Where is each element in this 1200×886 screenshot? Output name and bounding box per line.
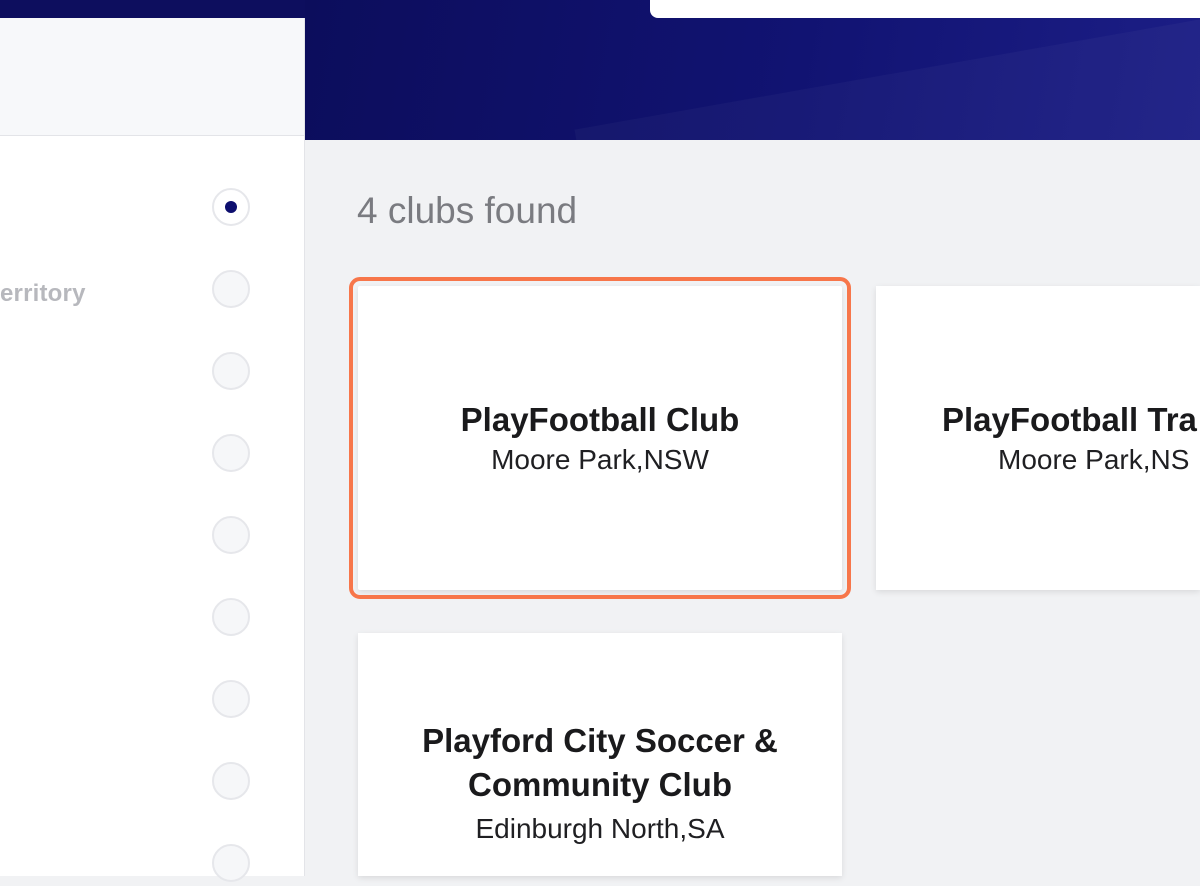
club-card[interactable]: Playford City Soccer & Community Club Ed… <box>358 633 842 876</box>
club-card[interactable]: PlayFootball Club Moore Park,NSW <box>349 277 851 599</box>
club-location: Moore Park,NSW <box>491 444 709 475</box>
filter-option-label: erritory <box>0 280 86 307</box>
filter-option[interactable] <box>0 598 304 640</box>
radio-button[interactable] <box>212 434 250 472</box>
club-card[interactable]: PlayFootball Tra Moore Park,NS <box>876 286 1200 590</box>
search-bar[interactable] <box>650 0 1200 18</box>
radio-button[interactable] <box>212 680 250 718</box>
club-name: PlayFootball Club <box>460 401 740 438</box>
header-banner <box>305 0 1200 140</box>
radio-button[interactable] <box>212 270 250 308</box>
club-location: Edinburgh North,SA <box>475 813 725 844</box>
filter-option[interactable] <box>0 516 304 558</box>
filter-option[interactable] <box>0 844 304 886</box>
radio-button[interactable] <box>212 844 250 882</box>
filter-option[interactable] <box>0 680 304 722</box>
results-count: 4 clubs found <box>357 190 578 231</box>
sidebar-header <box>0 18 304 136</box>
filter-option[interactable] <box>0 434 304 476</box>
filter-option[interactable] <box>0 762 304 804</box>
radio-button-checked[interactable] <box>212 188 250 226</box>
filter-option[interactable] <box>0 188 304 230</box>
radio-button[interactable] <box>212 762 250 800</box>
radio-button[interactable] <box>212 516 250 554</box>
filter-option[interactable] <box>0 352 304 394</box>
radio-button[interactable] <box>212 352 250 390</box>
club-name: PlayFootball Tra <box>942 401 1197 438</box>
club-location: Moore Park,NS <box>998 444 1190 475</box>
header-decoration <box>574 0 1200 140</box>
filter-sidebar: erritory <box>0 18 305 882</box>
club-name: Playford City Soccer & <box>422 722 778 759</box>
club-name: Community Club <box>468 766 732 803</box>
radio-button[interactable] <box>212 598 250 636</box>
filter-option[interactable]: erritory <box>0 270 304 312</box>
